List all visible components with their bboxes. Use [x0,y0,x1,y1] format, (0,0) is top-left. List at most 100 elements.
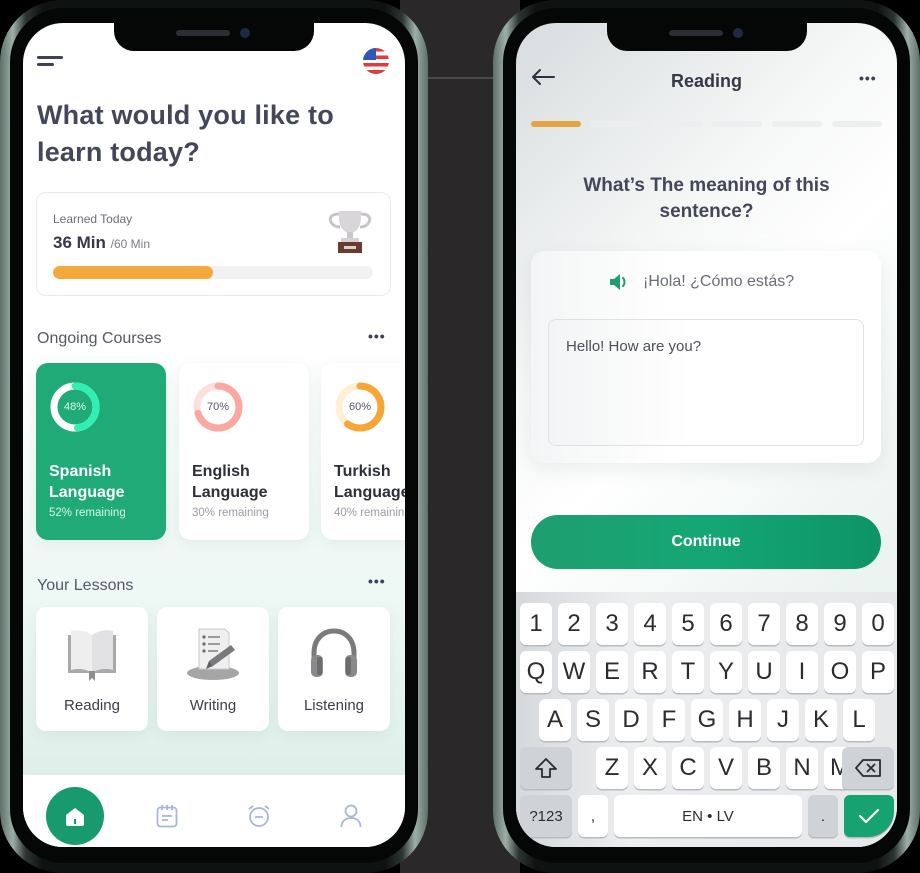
us-flag-icon[interactable] [363,48,389,74]
tab-calendar[interactable] [138,787,196,845]
key-z[interactable]: Z [596,747,628,789]
key-o[interactable]: O [824,651,856,693]
course-card[interactable]: 60% Turkish Language 40% remaining [321,363,405,540]
period-key[interactable]: . [808,795,838,837]
course-name: English Language [192,463,268,501]
screen-title: Reading [670,71,742,91]
progress-step [651,121,702,127]
keyboard-row: ?123, EN • LV. [516,795,897,837]
key-r[interactable]: R [634,651,666,693]
key-a[interactable]: A [539,699,571,741]
your-lessons-title: Your Lessons [37,577,134,594]
notch [606,23,807,51]
key-s[interactable]: S [577,699,609,741]
key-p[interactable]: P [862,651,894,693]
speaker-icon[interactable] [609,273,631,291]
progress-step [531,121,582,127]
symbols-key[interactable]: ?123 [520,795,572,837]
lesson-writing[interactable]: Writing [157,607,269,731]
key-7[interactable]: 7 [748,603,780,645]
course-card[interactable]: 48% Spanish Language 52% remaining [36,363,166,540]
source-sentence: ¡Hola! ¿Cómo estás? [643,273,795,290]
course-name: Turkish Language [334,463,405,501]
lesson-progress-steps [531,121,883,127]
sentence-card: ¡Hola! ¿Cómo estás? [531,251,881,463]
lesson-reading[interactable]: Reading [36,607,148,731]
learned-today-card: Learned Today 36 Min /60 Min [36,192,391,296]
key-f[interactable]: F [653,699,685,741]
lesson-listening[interactable]: Listening [278,607,390,731]
keyboard-row: ASDFGHJKL [516,699,897,741]
backspace-icon [855,759,881,777]
keyboard-row: ZXCVBNM [516,747,897,789]
key-h[interactable]: H [729,699,761,741]
phone-home: What would you like to learn today? Lear… [0,0,428,873]
key-i[interactable]: I [786,651,818,693]
key-e[interactable]: E [596,651,628,693]
home-icon [66,808,84,826]
progress-step [591,121,642,127]
key-q[interactable]: Q [520,651,552,693]
course-percent: 60% [348,401,372,413]
lesson-label: Writing [189,697,237,714]
key-6[interactable]: 6 [710,603,742,645]
continue-button[interactable]: Continue [531,515,881,569]
on-screen-keyboard: 1 2 3 4 5 6 7 8 9 0 Q W E R T Y U I O P A S D F G H J K L Z X C V B N M ?123… [516,592,897,847]
checkmark-icon [858,808,880,824]
key-0[interactable]: 0 [862,603,894,645]
key-v[interactable]: V [710,747,742,789]
course-remaining: 40% remaining [334,507,405,519]
key-y[interactable]: Y [710,651,742,693]
book-icon [68,630,116,681]
space-key[interactable]: EN • LV [614,795,802,837]
learned-progress-fill [53,266,213,279]
tab-alarm[interactable] [230,787,288,845]
key-8[interactable]: 8 [786,603,818,645]
key-t[interactable]: T [672,651,704,693]
comma-key[interactable]: , [578,795,608,837]
progress-step [771,121,822,127]
key-9[interactable]: 9 [824,603,856,645]
course-card[interactable]: 70% English Language 30% remaining [179,363,309,540]
trophy-icon [328,211,372,253]
key-j[interactable]: J [767,699,799,741]
ongoing-courses-title: Ongoing Courses [37,330,162,347]
key-1[interactable]: 1 [520,603,552,645]
keyboard-row: QWERTYUIOP [516,651,897,693]
more-options-icon[interactable]: ••• [859,70,877,86]
key-5[interactable]: 5 [672,603,704,645]
key-x[interactable]: X [634,747,666,789]
key-3[interactable]: 3 [596,603,628,645]
key-w[interactable]: W [558,651,590,693]
key-n[interactable]: N [786,747,818,789]
key-4[interactable]: 4 [634,603,666,645]
tab-home[interactable] [46,787,104,845]
key-k[interactable]: K [805,699,837,741]
learned-progress-bar [53,266,373,279]
shift-key[interactable] [520,747,572,789]
key-2[interactable]: 2 [558,603,590,645]
headphones-icon [311,628,357,677]
tab-profile[interactable] [322,787,380,845]
menu-icon[interactable] [37,56,63,68]
key-c[interactable]: C [672,747,704,789]
key-g[interactable]: G [691,699,723,741]
key-l[interactable]: L [843,699,875,741]
lessons-more-icon[interactable]: ••• [368,573,386,589]
key-b[interactable]: B [748,747,780,789]
page-title: What would you like to learn today? [37,100,334,167]
course-percent: 70% [206,401,230,413]
tab-bar [23,775,405,847]
backspace-key[interactable] [842,747,894,789]
translation-input[interactable] [548,319,864,446]
lesson-label: Listening [303,697,365,714]
shift-icon [535,758,557,778]
enter-key[interactable] [844,795,894,837]
ongoing-more-icon[interactable]: ••• [368,328,386,344]
learned-goal: /60 Min [110,237,150,251]
key-d[interactable]: D [615,699,647,741]
course-remaining: 52% remaining [49,507,126,519]
calendar-icon [156,805,178,828]
course-name: Spanish Language [49,463,125,501]
key-u[interactable]: U [748,651,780,693]
